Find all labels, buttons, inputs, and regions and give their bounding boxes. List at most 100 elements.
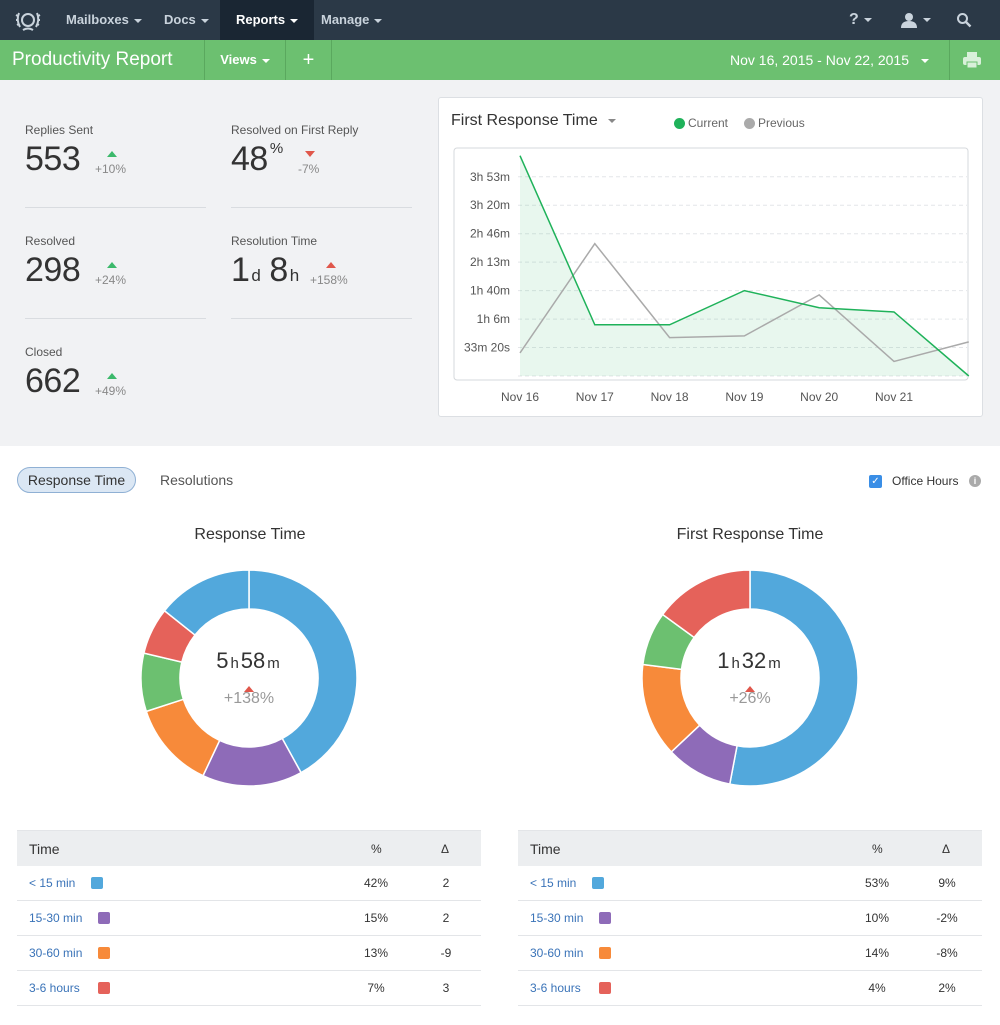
table-row: 15-30 min 10% -2% xyxy=(518,901,982,936)
tab-response-time[interactable]: Response Time xyxy=(17,467,136,493)
table-row: < 15 min 53% 9% xyxy=(518,866,982,901)
color-swatch xyxy=(592,877,605,889)
stat-label: Resolved xyxy=(25,234,76,248)
delta-cell: 2 xyxy=(442,911,450,925)
donut-center: 1 h32 m +26% xyxy=(680,648,820,708)
stat-label: Replies Sent xyxy=(25,123,94,137)
search-button[interactable] xyxy=(956,0,972,40)
stat-resolution-time: Resolution Time 1d 8h xyxy=(231,234,317,290)
stat-change: -7% xyxy=(298,162,320,176)
donut-center: 5 h58 m +138% xyxy=(179,648,319,708)
stat-label: Closed xyxy=(25,345,63,359)
x-tick-label: Nov 16 xyxy=(501,390,539,404)
nav-docs[interactable]: Docs xyxy=(148,0,225,40)
time-bucket-link[interactable]: 15-30 min xyxy=(530,901,583,936)
column-header-delta: Δ xyxy=(942,842,951,856)
donut-minutes: 32 xyxy=(741,648,767,673)
x-tick-label: Nov 21 xyxy=(875,390,913,404)
time-bucket-link[interactable]: 15-30 min xyxy=(29,901,82,936)
delta-cell: -2% xyxy=(936,911,958,925)
info-icon[interactable]: i xyxy=(969,475,981,487)
date-range-label: Nov 16, 2015 - Nov 22, 2015 xyxy=(730,52,910,68)
percent-cell: 10% xyxy=(864,911,890,925)
table-body: < 15 min 42% 2 15-30 min 15% 2 30-60 min 13% -9 3… xyxy=(17,866,481,1006)
percent-cell: 42% xyxy=(363,876,389,890)
office-hours-checkbox[interactable]: ✓ xyxy=(869,475,882,488)
divider xyxy=(231,318,412,319)
table-row: 15-30 min 15% 2 xyxy=(17,901,481,936)
user-menu[interactable] xyxy=(900,0,931,40)
time-bucket-link[interactable]: 30-60 min xyxy=(530,936,583,971)
color-swatch xyxy=(598,947,611,959)
time-bucket-link[interactable]: < 15 min xyxy=(530,866,576,901)
laurel-logo-icon[interactable] xyxy=(14,7,42,33)
divider xyxy=(25,318,206,319)
donut-change: +26% xyxy=(729,690,771,707)
date-range-picker[interactable]: Nov 16, 2015 - Nov 22, 2015 xyxy=(730,40,930,80)
donut-title: First Response Time xyxy=(676,526,824,543)
line-chart: 33m 20s 1h 6m 1h 40m 2h 13m 2h 46m 3h 20m 3h 5… xyxy=(453,147,970,404)
y-tick-label: 2h 13m xyxy=(470,255,510,269)
column-header-percent: % xyxy=(371,842,382,856)
stat-days: 1 xyxy=(231,251,250,289)
time-bucket-link[interactable]: 3-6 hours xyxy=(29,971,80,1006)
table-row: 3-6 hours 7% 3 xyxy=(17,971,481,1006)
print-button[interactable] xyxy=(950,40,1000,80)
stat-value: 1d 8h xyxy=(231,251,317,290)
chevron-down-icon xyxy=(290,18,299,23)
office-hours-label: Office Hours xyxy=(892,474,959,488)
divider xyxy=(331,40,332,80)
trend-up-icon xyxy=(326,262,336,268)
y-tick-label: 2h 46m xyxy=(470,227,510,241)
donut-hours: 5 xyxy=(216,648,229,673)
chevron-down-icon xyxy=(374,18,383,23)
percent-cell: 14% xyxy=(864,946,890,960)
nav-reports-label: Reports xyxy=(236,12,286,27)
donut-unit: m xyxy=(267,655,280,672)
trend-up-icon xyxy=(107,262,117,268)
table-header: Time % Δ xyxy=(17,830,481,866)
percent-cell: 15% xyxy=(363,911,389,925)
y-tick-label: 3h 20m xyxy=(470,198,510,212)
color-swatch xyxy=(91,877,104,889)
trend-down-icon xyxy=(305,151,315,157)
donut-segment[interactable] xyxy=(145,698,221,777)
x-tick-label: Nov 18 xyxy=(651,390,689,404)
views-dropdown[interactable]: Views xyxy=(205,40,285,80)
nav-reports[interactable]: Reports xyxy=(220,0,315,40)
percent-cell: 7% xyxy=(367,981,385,995)
tab-resolutions[interactable]: Resolutions xyxy=(160,467,233,493)
delta-cell: 3 xyxy=(442,981,450,995)
delta-cell: -8% xyxy=(936,946,958,960)
y-tick-label: 1h 6m xyxy=(477,312,510,326)
stat-value: 48% xyxy=(231,140,358,179)
chevron-down-icon xyxy=(923,17,931,22)
add-view-button[interactable]: + xyxy=(286,40,331,80)
stat-change: +49% xyxy=(95,384,127,398)
column-header-percent: % xyxy=(872,842,883,856)
stat-resolved: Resolved 298 xyxy=(25,234,81,290)
percent-cell: 4% xyxy=(868,981,886,995)
nav-manage[interactable]: Manage xyxy=(305,0,398,40)
donut-change: +138% xyxy=(223,690,275,707)
nav-mailboxes-label: Mailboxes xyxy=(66,12,129,27)
stat-unit: % xyxy=(269,140,283,157)
stat-label: Resolution Time xyxy=(231,234,318,248)
donut-unit: h xyxy=(731,655,740,672)
response-time-table: Time % Δ < 15 min 42% 2 15-30 min 15% 2 30-60 … xyxy=(17,830,481,1006)
stat-value: 298 xyxy=(25,251,81,289)
delta-cell: -9 xyxy=(440,946,452,960)
nav-mailboxes[interactable]: Mailboxes xyxy=(50,0,158,40)
delta-cell: 2% xyxy=(938,981,956,995)
y-tick-label: 1h 40m xyxy=(470,284,510,298)
delta-cell: 2 xyxy=(442,876,450,890)
stat-value: 662 xyxy=(25,362,81,400)
time-bucket-link[interactable]: < 15 min xyxy=(29,866,75,901)
nav-docs-label: Docs xyxy=(164,12,196,27)
nav-manage-label: Manage xyxy=(321,12,370,27)
help-menu[interactable]: ? xyxy=(849,0,872,40)
time-bucket-link[interactable]: 30-60 min xyxy=(29,936,82,971)
time-bucket-link[interactable]: 3-6 hours xyxy=(530,971,581,1006)
donut-value: 5 h58 m xyxy=(179,648,319,674)
color-swatch xyxy=(598,912,611,924)
